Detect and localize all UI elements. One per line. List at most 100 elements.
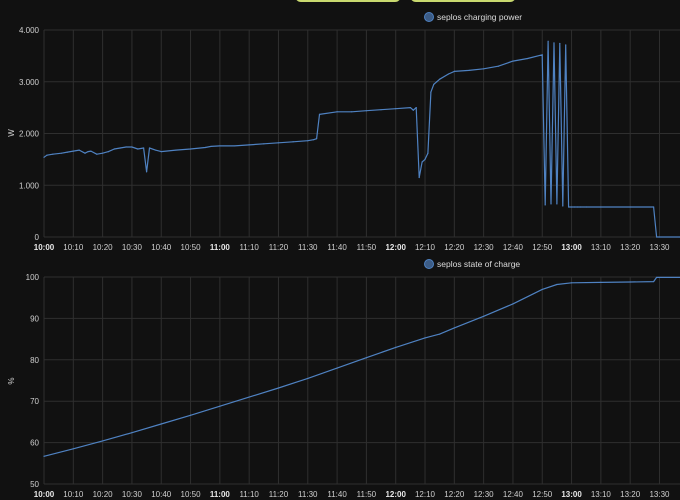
chart0-data-point: [655, 236, 658, 238]
chart0-data-point: [154, 149, 156, 151]
chart1-data-point: [512, 303, 514, 305]
chart1-data-point: [483, 315, 485, 317]
chart0-xtick-label: 10:10: [63, 243, 84, 252]
chart0-data-point: [600, 206, 602, 208]
chart0-data-point: [550, 203, 552, 205]
chart1-xtick-label: 11:40: [327, 490, 347, 499]
chart0-data-point: [148, 147, 151, 149]
chart0-data-point: [409, 107, 411, 109]
chart1-xtick-label: 13:20: [620, 490, 641, 499]
chart1-data-point: [556, 283, 558, 286]
chart0-data-point: [559, 42, 561, 45]
chart1-ytick-label: 90: [30, 314, 39, 323]
chart1-data-point: [102, 440, 104, 442]
chart1-xtick-label: 12:40: [503, 490, 524, 499]
chart0-data-point: [453, 70, 455, 72]
chart1-xtick-label: 10:50: [181, 490, 202, 499]
chart0-data-point: [87, 151, 89, 153]
chart0-data-point: [447, 73, 450, 75]
chart0-data-point: [497, 65, 499, 67]
chart0-legend-swatch: [424, 12, 434, 22]
chart1-xtick-label: 10:30: [122, 490, 143, 499]
chart0-data-point: [72, 150, 74, 152]
chart0-ytick-label: 3.000: [19, 78, 40, 87]
charts-canvas: 0 1.000 2.000 3.000 4.000 10:00 10:10 10:20 10:3…: [7, 12, 680, 499]
chart1-legend-swatch: [424, 259, 434, 269]
chart0-xtick-label: 13:20: [620, 243, 641, 252]
chart0-data-point: [418, 176, 420, 179]
chart0-xtick-label: 13:10: [591, 243, 612, 252]
chart1-xtick-label: 12:20: [444, 490, 465, 499]
chart0-data-point: [629, 206, 631, 208]
chart1-data-point: [189, 414, 192, 416]
chart1-xtick-label: 11:00: [210, 490, 231, 499]
chart0-data-point: [233, 145, 236, 147]
chart0-data-point: [336, 111, 338, 113]
chart1-xtick-label: 10:40: [151, 490, 172, 499]
chart0-data-point: [131, 146, 133, 148]
chart0-data-point: [439, 78, 441, 80]
chart1-data-point: [43, 455, 45, 457]
chart0-data-point: [658, 236, 661, 238]
chart0-data-point: [277, 142, 280, 144]
chart0-data-point: [468, 69, 470, 71]
chart0-data-point: [43, 156, 45, 158]
chart0-xtick-label: 11:40: [327, 243, 347, 252]
chart0-xtick-label: 13:00: [561, 243, 582, 252]
chart1-xtick-label: 13:30: [649, 490, 670, 499]
chart0-ytick-label: 2.000: [19, 130, 40, 139]
chart0-data-point: [313, 139, 315, 141]
chart1-xtick-label: 11:30: [298, 490, 318, 499]
chart0-y-unit: W: [7, 129, 16, 137]
chart0-data-point: [143, 147, 145, 149]
chart1-data-point: [248, 396, 250, 398]
chart1-xtick-label: 12:10: [415, 490, 436, 499]
chart1-data-point: [72, 448, 74, 450]
chart0-data-point: [380, 109, 382, 111]
chart0-data-point: [145, 171, 148, 173]
chart1-data-point: [600, 281, 602, 283]
chart0-data-point: [573, 206, 576, 208]
chart1-xtick-label: 12:00: [385, 490, 406, 499]
chart1-xtick-label: 13:00: [561, 490, 582, 499]
chart0-legend-label: seplos charging power: [437, 12, 522, 22]
history-dashboard: 0 1.000 2.000 3.000 4.000 10:00 10:10 10:20 10:3…: [0, 0, 680, 500]
chart0-data-point: [189, 148, 192, 150]
chart0-xtick-label: 11:20: [269, 243, 289, 252]
chart0-data-point: [137, 148, 139, 150]
chart0-data-point: [219, 145, 221, 147]
chart0-xtick-label: 13:30: [649, 243, 670, 252]
chart1-xtick-label: 12:50: [532, 490, 553, 499]
chart0-data-point: [90, 150, 92, 152]
chart1-ytick-label: 70: [30, 397, 39, 406]
chart0-data-point: [556, 203, 558, 205]
chart0-data-point: [436, 81, 438, 83]
chart0-data-point: [210, 145, 212, 148]
chart1-y-unit: %: [7, 377, 16, 384]
chart0-data-point: [421, 161, 423, 163]
chart0-data-point: [107, 151, 110, 153]
chart1-data-point: [277, 387, 280, 389]
chart1-series-line: [43, 276, 680, 457]
chart1-data-point: [655, 276, 658, 279]
chart1-ytick-label: 80: [30, 356, 39, 365]
chart1-data-point: [160, 423, 162, 425]
chart0-data-point: [60, 152, 63, 154]
chart0-data-point: [307, 140, 309, 142]
chart0-data-point: [78, 149, 80, 151]
chart0-data-point: [427, 152, 429, 154]
chart0-data-point: [433, 83, 435, 85]
chart0-data-point: [544, 204, 546, 206]
chart0-xtick-label: 12:50: [532, 243, 553, 252]
chart0-xtick-label: 12:40: [503, 243, 524, 252]
chart1-xtick-label: 13:10: [591, 490, 612, 499]
chart0-ytick-label: 1.000: [19, 181, 40, 190]
chart0-data-point: [84, 152, 86, 154]
chart1-data-point: [653, 280, 655, 283]
chart1-data-point: [629, 281, 631, 283]
chart1-data-point: [570, 282, 573, 284]
chart1-data-point: [365, 357, 367, 359]
chart0-data-point: [415, 107, 417, 109]
chart1-xtick-label: 12:30: [474, 490, 495, 499]
chart1-xtick-label: 10:20: [93, 490, 114, 499]
